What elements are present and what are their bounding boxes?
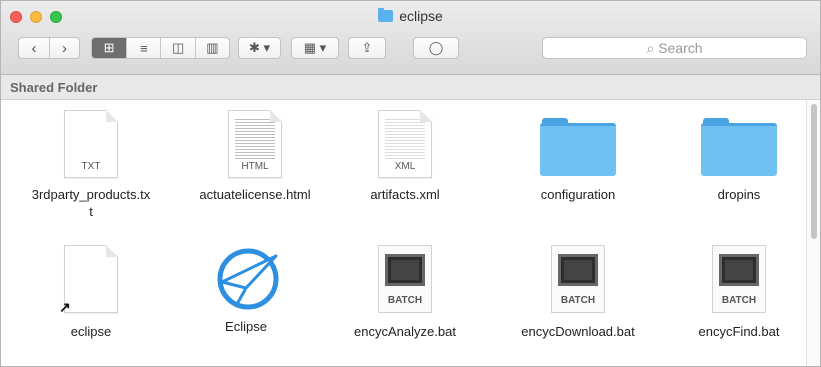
action-menu-button[interactable]: ✱ ▾ [238, 37, 281, 59]
file-type-badge: BATCH [721, 295, 757, 306]
window-title-text: eclipse [399, 8, 443, 24]
share-icon: ⇪ [361, 40, 373, 55]
file-type-badge: XML [394, 161, 416, 172]
icon-view-button[interactable]: ⊞ [92, 38, 127, 58]
gear-icon: ✱ ▾ [248, 40, 271, 55]
alias-arrow-icon: ↗ [59, 299, 71, 315]
navigation-buttons: ‹ › [18, 37, 80, 59]
file-type-badge: TXT [81, 161, 101, 172]
coverflow-view-button[interactable]: ▥ [194, 38, 229, 58]
text-document-icon: TXT [64, 110, 118, 178]
file-item-encycdownload[interactable]: BATCH encycDownload.bat [503, 245, 653, 340]
arrange-menu-button[interactable]: ▦ ▾ [291, 37, 339, 59]
file-type-badge: BATCH [560, 295, 596, 306]
section-header-label: Shared Folder [10, 80, 98, 95]
xml-document-icon: XML [378, 110, 432, 178]
batch-file-icon: BATCH [712, 245, 766, 313]
file-item-actuatelicense[interactable]: HTML actuatelicense.html [180, 110, 330, 203]
search-placeholder: Search [658, 40, 703, 56]
file-grid: TXT 3rdparty_products.txt HTML actuateli… [1, 100, 806, 366]
file-item-artifacts[interactable]: XML artifacts.xml [330, 110, 480, 203]
file-item-eclipse-app[interactable]: Eclipse [171, 242, 321, 335]
list-view-button[interactable]: ≡ [126, 38, 160, 58]
title-bar: eclipse ‹ › ⊞ ≡ ◫ ▥ ✱ ▾ ▦ ▾ ⇪ ◯ ⌕ Search [1, 1, 820, 75]
eclipse-app-icon [171, 242, 321, 312]
alias-document-icon: ↗ [59, 245, 118, 315]
html-document-icon: HTML [228, 110, 282, 178]
file-name: encycFind.bat [698, 324, 780, 339]
share-button[interactable]: ⇪ [348, 37, 386, 59]
window-title: eclipse [1, 8, 820, 24]
batch-file-icon: BATCH [551, 245, 605, 313]
file-type-badge: BATCH [387, 295, 423, 306]
file-item-eclipse-alias[interactable]: ↗ eclipse [16, 245, 166, 340]
list-icon: ≡ [140, 40, 148, 56]
folder-icon [378, 8, 394, 22]
tag-button[interactable]: ◯ [413, 37, 459, 59]
section-header: Shared Folder [1, 75, 820, 100]
file-item-encycfind[interactable]: BATCH encycFind.bat [664, 245, 814, 340]
file-name: artifacts.xml [370, 187, 440, 202]
search-icon: ⌕ [646, 40, 659, 56]
columns-icon: ◫ [171, 40, 185, 55]
file-item-3rdparty-products[interactable]: TXT 3rdparty_products.txt [16, 110, 166, 220]
arrange-icon: ▦ ▾ [303, 40, 327, 55]
coverflow-icon: ▥ [206, 40, 219, 55]
file-name: encycDownload.bat [521, 324, 635, 339]
forward-button[interactable]: › [48, 38, 79, 58]
file-name: dropins [717, 187, 761, 202]
view-mode-selector: ⊞ ≡ ◫ ▥ [91, 37, 230, 59]
file-name: 3rdparty_products.txt [31, 187, 151, 219]
search-input[interactable]: ⌕ Search [542, 37, 807, 59]
chevron-left-icon: ‹ [31, 39, 37, 57]
file-name: configuration [540, 187, 616, 202]
file-item-dropins[interactable]: dropins [664, 110, 814, 203]
back-button[interactable]: ‹ [19, 38, 49, 58]
grid-icon: ⊞ [103, 40, 115, 55]
file-name: Eclipse [225, 319, 267, 334]
folder-icon [540, 118, 616, 176]
scrollbar-thumb[interactable] [811, 104, 817, 239]
file-type-badge: HTML [241, 161, 269, 172]
column-view-button[interactable]: ◫ [160, 38, 194, 58]
file-name: eclipse [70, 324, 112, 339]
batch-file-icon: BATCH [378, 245, 432, 313]
tag-icon: ◯ [428, 40, 444, 55]
chevron-right-icon: › [61, 39, 67, 57]
folder-icon [701, 118, 777, 176]
file-item-encycanalyze[interactable]: BATCH encycAnalyze.bat [330, 245, 480, 340]
file-item-configuration[interactable]: configuration [503, 110, 653, 203]
file-name: encycAnalyze.bat [354, 324, 456, 339]
vertical-scrollbar[interactable] [806, 100, 820, 366]
finder-window: eclipse ‹ › ⊞ ≡ ◫ ▥ ✱ ▾ ▦ ▾ ⇪ ◯ ⌕ Search… [0, 0, 821, 367]
file-name: actuatelicense.html [199, 187, 311, 202]
